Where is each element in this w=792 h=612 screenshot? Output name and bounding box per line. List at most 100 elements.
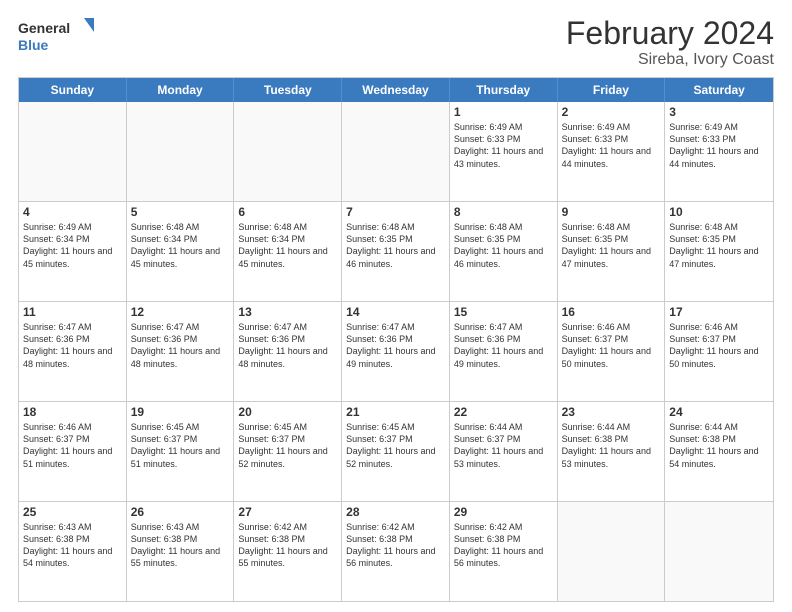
day-number: 24 bbox=[669, 405, 769, 419]
header-friday: Friday bbox=[558, 78, 666, 102]
header-sunday: Sunday bbox=[19, 78, 127, 102]
day-info: Sunrise: 6:48 AM Sunset: 6:35 PM Dayligh… bbox=[346, 221, 445, 270]
day-info: Sunrise: 6:42 AM Sunset: 6:38 PM Dayligh… bbox=[238, 521, 337, 570]
day-info: Sunrise: 6:47 AM Sunset: 6:36 PM Dayligh… bbox=[238, 321, 337, 370]
calendar-cell: 15 Sunrise: 6:47 AM Sunset: 6:36 PM Dayli… bbox=[450, 302, 558, 401]
day-info: Sunrise: 6:46 AM Sunset: 6:37 PM Dayligh… bbox=[562, 321, 661, 370]
day-info: Sunrise: 6:46 AM Sunset: 6:37 PM Dayligh… bbox=[669, 321, 769, 370]
day-info: Sunrise: 6:44 AM Sunset: 6:38 PM Dayligh… bbox=[669, 421, 769, 470]
calendar-cell: 17 Sunrise: 6:46 AM Sunset: 6:37 PM Dayli… bbox=[665, 302, 773, 401]
day-number: 13 bbox=[238, 305, 337, 319]
calendar-cell: 8 Sunrise: 6:48 AM Sunset: 6:35 PM Daylig… bbox=[450, 202, 558, 301]
calendar-cell: 4 Sunrise: 6:49 AM Sunset: 6:34 PM Daylig… bbox=[19, 202, 127, 301]
calendar-cell bbox=[19, 102, 127, 201]
day-info: Sunrise: 6:47 AM Sunset: 6:36 PM Dayligh… bbox=[346, 321, 445, 370]
day-number: 10 bbox=[669, 205, 769, 219]
day-number: 17 bbox=[669, 305, 769, 319]
day-info: Sunrise: 6:45 AM Sunset: 6:37 PM Dayligh… bbox=[346, 421, 445, 470]
calendar-cell: 22 Sunrise: 6:44 AM Sunset: 6:37 PM Dayli… bbox=[450, 402, 558, 501]
calendar-cell: 1Sunrise: 6:49 AM Sunset: 6:33 PM Daylig… bbox=[450, 102, 558, 201]
calendar-cell: 20Sunrise: 6:45 AM Sunset: 6:37 PM Dayli… bbox=[234, 402, 342, 501]
day-number: 22 bbox=[454, 405, 553, 419]
day-number: 4 bbox=[23, 205, 122, 219]
calendar-header: Sunday Monday Tuesday Wednesday Thursday… bbox=[19, 78, 773, 102]
day-info: Sunrise: 6:46 AM Sunset: 6:37 PM Dayligh… bbox=[23, 421, 122, 470]
day-number: 25 bbox=[23, 505, 122, 519]
calendar-cell: 16 Sunrise: 6:46 AM Sunset: 6:37 PM Dayli… bbox=[558, 302, 666, 401]
svg-text:General: General bbox=[18, 20, 70, 36]
calendar-cell bbox=[234, 102, 342, 201]
calendar-cell: 27 Sunrise: 6:42 AM Sunset: 6:38 PM Dayli… bbox=[234, 502, 342, 601]
calendar-cell: 18 Sunrise: 6:46 AM Sunset: 6:37 PM Dayli… bbox=[19, 402, 127, 501]
header-monday: Monday bbox=[127, 78, 235, 102]
calendar-cell: 29 Sunrise: 6:42 AM Sunset: 6:38 PM Dayli… bbox=[450, 502, 558, 601]
day-info: Sunrise: 6:48 AM Sunset: 6:35 PM Dayligh… bbox=[454, 221, 553, 270]
day-number: 16 bbox=[562, 305, 661, 319]
day-number: 8 bbox=[454, 205, 553, 219]
day-number: 9 bbox=[562, 205, 661, 219]
calendar: Sunday Monday Tuesday Wednesday Thursday… bbox=[18, 77, 774, 602]
calendar-week-1: 1 Sunrise: 6:49 AM Sunset: 6:33 PM Daylig… bbox=[19, 102, 773, 201]
calendar-cell bbox=[127, 102, 235, 201]
calendar-cell: 12 Sunrise: 6:47 AM Sunset: 6:36 PM Dayli… bbox=[127, 302, 235, 401]
calendar-cell: 7 Sunrise: 6:48 AM Sunset: 6:35 PM Daylig… bbox=[342, 202, 450, 301]
day-info: Sunrise: 6:49 AM Sunset: 6:33 PM Dayligh… bbox=[562, 121, 661, 170]
calendar-subtitle: Sireba, Ivory Coast bbox=[566, 51, 774, 69]
calendar-cell: 26 Sunrise: 6:43 AM Sunset: 6:38 PM Dayli… bbox=[127, 502, 235, 601]
calendar-cell: 24 Sunrise: 6:44 AM Sunset: 6:38 PM Dayli… bbox=[665, 402, 773, 501]
day-number: 3 bbox=[669, 105, 769, 119]
day-info: Sunrise: 6:47 AM Sunset: 6:36 PM Dayligh… bbox=[454, 321, 553, 370]
day-number: 1 bbox=[454, 105, 553, 119]
calendar-cell: 2 Sunrise: 6:49 AM Sunset: 6:33 PM Daylig… bbox=[558, 102, 666, 201]
calendar-cell: 21 Sunrise: 6:45 AM Sunset: 6:37 PM Dayli… bbox=[342, 402, 450, 501]
day-number: 26 bbox=[131, 505, 230, 519]
day-info: Sunrise: 6:45 AM Sunset: 6:37 PM Dayligh… bbox=[131, 421, 230, 470]
calendar-week-2: 4 Sunrise: 6:49 AM Sunset: 6:34 PM Daylig… bbox=[19, 201, 773, 301]
day-number: 29 bbox=[454, 505, 553, 519]
day-number: 27 bbox=[238, 505, 337, 519]
calendar-cell: 14 Sunrise: 6:47 AM Sunset: 6:36 PM Dayli… bbox=[342, 302, 450, 401]
day-number: 21 bbox=[346, 405, 445, 419]
day-number: 20 bbox=[238, 405, 337, 419]
calendar-cell: 23Sunrise: 6:44 AM Sunset: 6:38 PM Dayli… bbox=[558, 402, 666, 501]
day-number: 15 bbox=[454, 305, 553, 319]
day-info: Sunrise: 6:43 AM Sunset: 6:38 PM Dayligh… bbox=[23, 521, 122, 570]
day-number: 5 bbox=[131, 205, 230, 219]
day-number: 12 bbox=[131, 305, 230, 319]
day-number: 19 bbox=[131, 405, 230, 419]
calendar-week-5: 25 Sunrise: 6:43 AM Sunset: 6:38 PM Dayli… bbox=[19, 501, 773, 601]
day-info: Sunrise: 6:49 AM Sunset: 6:34 PM Dayligh… bbox=[23, 221, 122, 270]
calendar-cell: 3 Sunrise: 6:49 AM Sunset: 6:33 PM Daylig… bbox=[665, 102, 773, 201]
logo-svg: General Blue bbox=[18, 16, 98, 56]
day-info: Sunrise: 6:42 AM Sunset: 6:38 PM Dayligh… bbox=[454, 521, 553, 570]
calendar-week-4: 18 Sunrise: 6:46 AM Sunset: 6:37 PM Dayli… bbox=[19, 401, 773, 501]
calendar-cell bbox=[665, 502, 773, 601]
day-number: 6 bbox=[238, 205, 337, 219]
calendar-cell: 10 Sunrise: 6:48 AM Sunset: 6:35 PM Dayli… bbox=[665, 202, 773, 301]
day-info: Sunrise: 6:44 AM Sunset: 6:37 PM Dayligh… bbox=[454, 421, 553, 470]
day-info: Sunrise: 6:48 AM Sunset: 6:34 PM Dayligh… bbox=[238, 221, 337, 270]
calendar-cell bbox=[558, 502, 666, 601]
calendar-title: February 2024 bbox=[566, 16, 774, 51]
logo: General Blue bbox=[18, 16, 98, 56]
calendar-cell: 28Sunrise: 6:42 AM Sunset: 6:38 PM Dayli… bbox=[342, 502, 450, 601]
day-number: 18 bbox=[23, 405, 122, 419]
day-number: 23 bbox=[562, 405, 661, 419]
day-number: 7 bbox=[346, 205, 445, 219]
day-number: 11 bbox=[23, 305, 122, 319]
day-info: Sunrise: 6:49 AM Sunset: 6:33 PM Dayligh… bbox=[669, 121, 769, 170]
day-info: Sunrise: 6:47 AM Sunset: 6:36 PM Dayligh… bbox=[131, 321, 230, 370]
calendar-body: 1 Sunrise: 6:49 AM Sunset: 6:33 PM Daylig… bbox=[19, 102, 773, 601]
day-info: Sunrise: 6:43 AM Sunset: 6:38 PM Dayligh… bbox=[131, 521, 230, 570]
calendar-cell: 13 Sunrise: 6:47 AM Sunset: 6:36 PM Dayli… bbox=[234, 302, 342, 401]
header: General Blue February 2024 Sireba, Ivory… bbox=[18, 16, 774, 69]
day-info: Sunrise: 6:48 AM Sunset: 6:35 PM Dayligh… bbox=[669, 221, 769, 270]
day-info: Sunrise: 6:48 AM Sunset: 6:35 PM Dayligh… bbox=[562, 221, 661, 270]
day-number: 2 bbox=[562, 105, 661, 119]
day-number: 14 bbox=[346, 305, 445, 319]
title-block: February 2024 Sireba, Ivory Coast bbox=[566, 16, 774, 69]
calendar-cell: 9 Sunrise: 6:48 AM Sunset: 6:35 PM Daylig… bbox=[558, 202, 666, 301]
calendar-cell: 19 Sunrise: 6:45 AM Sunset: 6:37 PM Dayli… bbox=[127, 402, 235, 501]
header-tuesday: Tuesday bbox=[234, 78, 342, 102]
calendar-cell: 5Sunrise: 6:48 AM Sunset: 6:34 PM Daylig… bbox=[127, 202, 235, 301]
